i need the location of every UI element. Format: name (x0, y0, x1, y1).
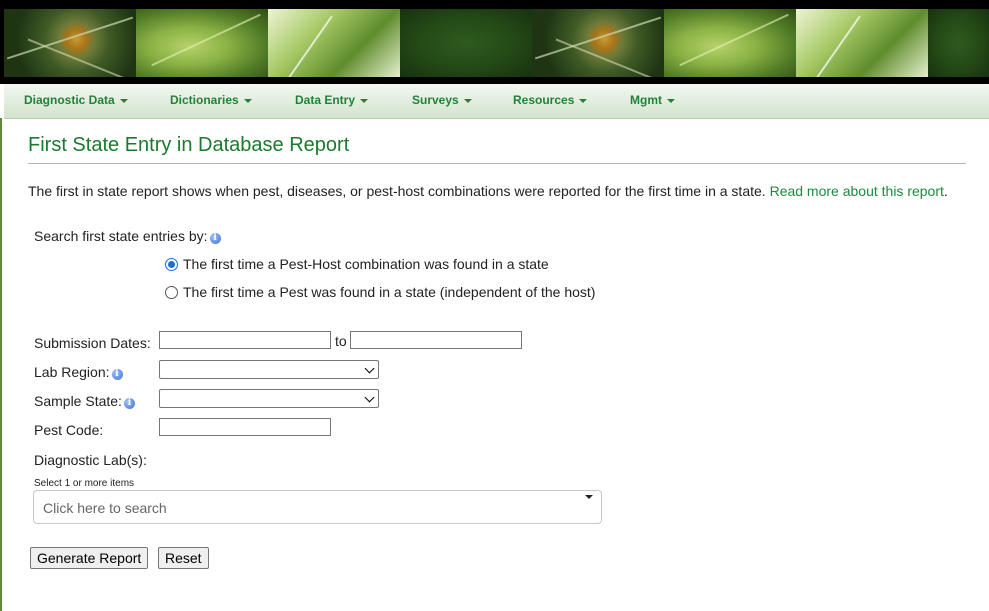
nav-label: Resources (513, 93, 575, 107)
nav-dictionaries[interactable]: Dictionaries (170, 84, 252, 118)
caret-down-icon (585, 495, 593, 499)
radio-button[interactable] (165, 285, 178, 299)
reset-button[interactable]: Reset (158, 547, 209, 569)
submission-dates-label: Submission Dates: (34, 335, 151, 351)
banner-leaf-image (268, 9, 400, 77)
banner-leaf-image (796, 9, 928, 77)
generate-report-button[interactable]: Generate Report (30, 547, 149, 569)
banner-leaf-image (664, 9, 796, 77)
search-by-label-row: Search first state entries by: i (34, 228, 221, 244)
date-to-input[interactable] (350, 331, 522, 349)
banner-pine-image (532, 9, 664, 77)
pest-code-label: Pest Code: (34, 422, 104, 438)
info-icon[interactable]: i (111, 369, 123, 380)
sample-state-label: Sample State: (34, 393, 122, 409)
pest-code-input[interactable] (159, 418, 331, 436)
caret-down-icon (360, 98, 369, 103)
caret-down-icon (119, 98, 128, 103)
search-by-label: Search first state entries by: (34, 228, 208, 244)
date-from-input[interactable] (159, 331, 331, 349)
banner-leaf-image (136, 9, 268, 77)
nav-resources[interactable]: Resources (513, 84, 588, 118)
multiselect-placeholder: Click here to search (43, 500, 167, 516)
radio-label: The first time a Pest-Host combination w… (183, 256, 549, 272)
intro-end: . (943, 183, 948, 199)
radio-pest-only[interactable]: The first time a Pest was found in a sta… (165, 284, 595, 300)
nav-surveys[interactable]: Surveys (412, 84, 472, 118)
title-divider (28, 163, 966, 164)
caret-down-icon (243, 98, 252, 103)
intro-paragraph: The first in state report shows when pes… (28, 183, 948, 199)
to-label: to (335, 333, 347, 349)
lab-region-label-row: Lab Region: i (34, 364, 123, 380)
left-border (0, 118, 2, 611)
info-icon[interactable]: i (209, 233, 221, 244)
radio-label: The first time a Pest was found in a sta… (183, 284, 596, 300)
diagnostic-labs-label: Diagnostic Lab(s): (34, 452, 147, 468)
diagnostic-labs-multiselect[interactable]: Click here to search (33, 490, 602, 524)
nav-label: Data Entry (295, 93, 356, 107)
nav-label: Mgmt (630, 93, 662, 107)
caret-down-icon (667, 98, 675, 103)
nav-data-entry[interactable]: Data Entry (295, 84, 369, 118)
nav-label: Diagnostic Data (24, 93, 115, 107)
nav-label: Dictionaries (170, 93, 239, 107)
radio-button-checked[interactable] (165, 257, 178, 271)
nav-mgmt[interactable]: Mgmt (630, 84, 675, 118)
page-title: First State Entry in Database Report (28, 134, 350, 156)
banner-foliage-image (928, 9, 989, 77)
lab-region-select[interactable] (159, 360, 379, 379)
select-hint: Select 1 or more items (34, 478, 135, 489)
info-icon[interactable]: i (123, 398, 135, 409)
chevron-down-icon (364, 392, 375, 403)
nav-label: Surveys (412, 93, 459, 107)
banner-image-strip (4, 9, 989, 77)
chevron-down-icon (364, 363, 375, 374)
main-nav: Diagnostic Data Dictionaries Data Entry … (4, 84, 989, 119)
intro-text: The first in state report shows when pes… (28, 183, 766, 199)
lab-region-label: Lab Region: (34, 364, 110, 380)
radio-pest-host[interactable]: The first time a Pest-Host combination w… (165, 256, 549, 272)
sample-state-label-row: Sample State: i (34, 393, 135, 409)
sample-state-select[interactable] (159, 389, 379, 408)
banner (0, 0, 989, 84)
banner-pine-image (4, 9, 136, 77)
caret-down-icon (579, 98, 588, 103)
nav-diagnostic-data[interactable]: Diagnostic Data (24, 84, 128, 118)
banner-foliage-image (400, 9, 532, 77)
caret-down-icon (463, 98, 472, 103)
read-more-link[interactable]: Read more about this report (770, 183, 944, 199)
